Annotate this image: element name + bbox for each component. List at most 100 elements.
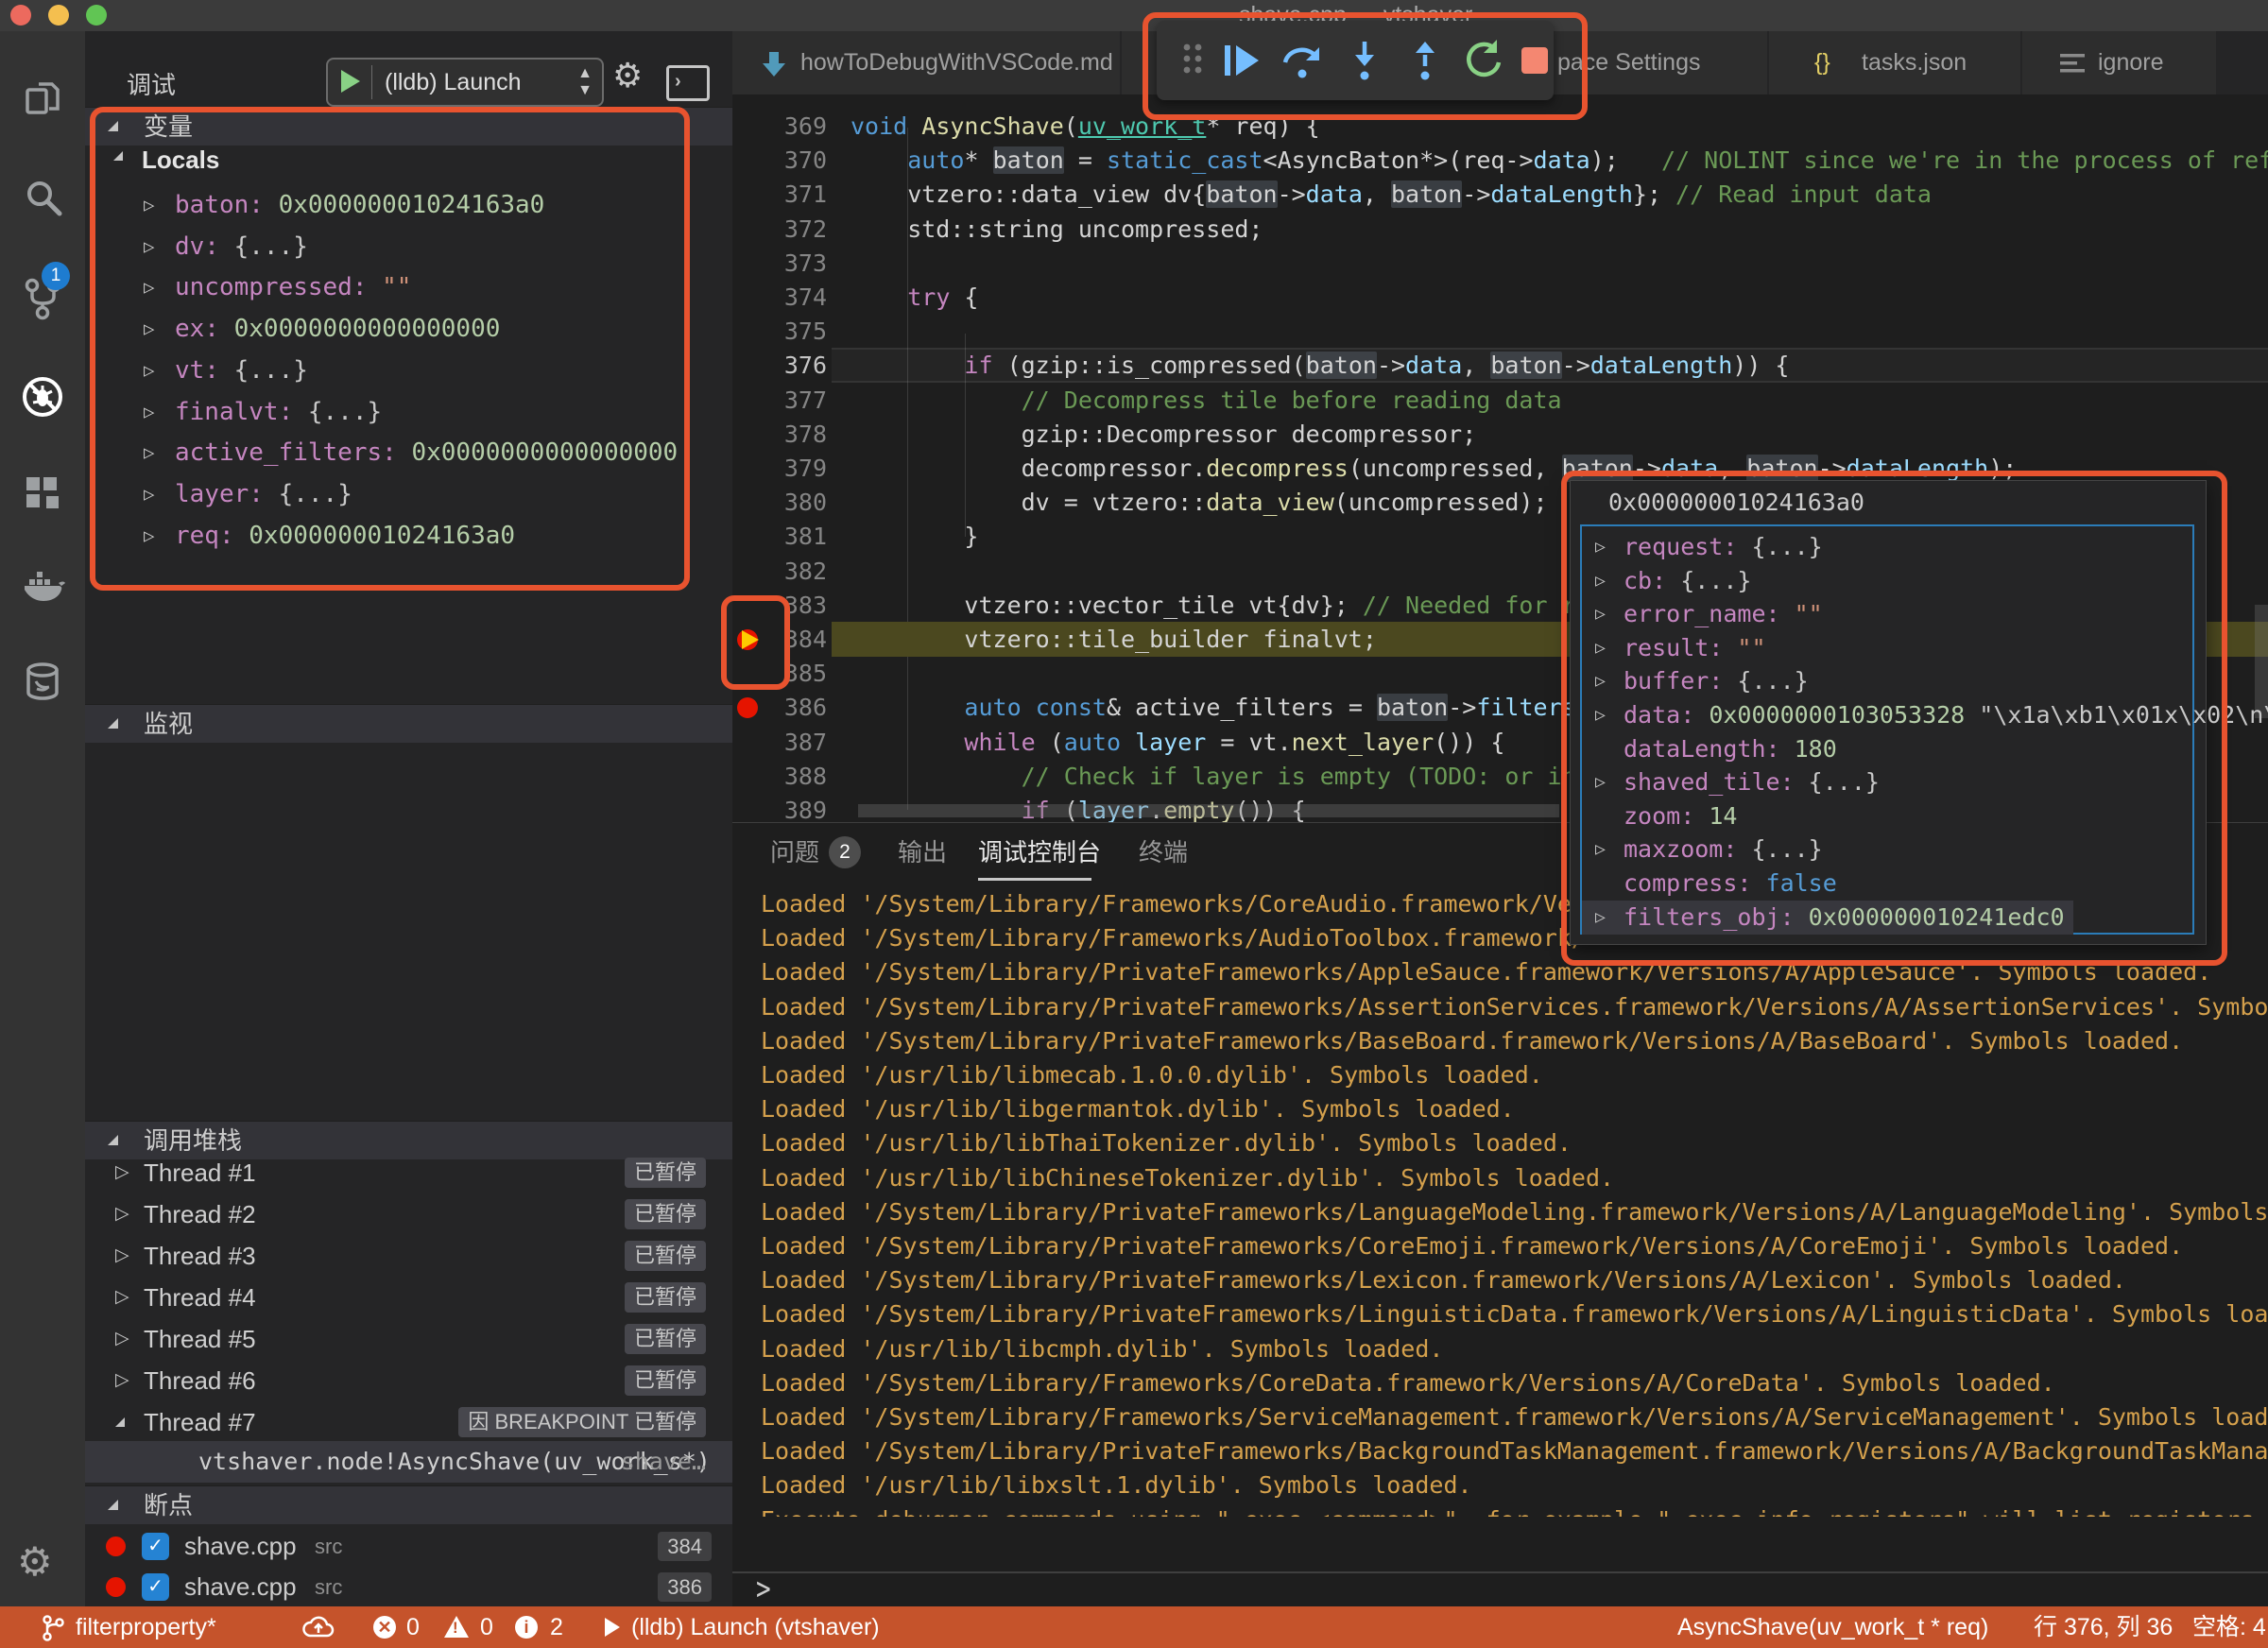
variable-row[interactable]: ▷active_filters: 0x0000000000000000	[85, 432, 732, 473]
chevron-collapsed-icon[interactable]: ▷	[1595, 901, 1606, 935]
launch-status[interactable]: (lldb) Launch (vtshaver)	[631, 1606, 880, 1648]
breakpoint-row[interactable]: ✓shave.cppsrc384	[85, 1526, 732, 1567]
debug-icon[interactable]	[20, 374, 65, 420]
popup-variable-row[interactable]: ▷request: {...}	[1582, 530, 2189, 564]
variable-row[interactable]: ▷layer: {...}	[85, 473, 732, 515]
thread-row[interactable]: ▷Thread #6已暂停	[85, 1360, 732, 1401]
chevron-collapsed-icon[interactable]: ▷	[1595, 698, 1606, 732]
code-line[interactable]: 369void AsyncShave(uv_work_t* req) {	[732, 109, 2268, 144]
panel-tab-output[interactable]: 输出	[898, 823, 947, 882]
chevron-collapsed-icon[interactable]: ▷	[144, 308, 154, 350]
chevron-collapsed-icon[interactable]: ▷	[115, 1152, 129, 1193]
chevron-collapsed-icon[interactable]: ▷	[144, 184, 154, 226]
popup-variable-row[interactable]: ▷filters_obj: 0x000000010241edc0	[1582, 901, 2073, 935]
drag-grip-icon[interactable]	[1170, 38, 1215, 83]
popup-variable-row[interactable]: ▷data: 0x0000000103053328 "\x1a\xb1\x01x…	[1582, 698, 2189, 732]
variable-row[interactable]: ▷baton: 0x00000001024163a0	[85, 184, 732, 226]
step-over-icon[interactable]	[1280, 38, 1325, 83]
popup-variable-row[interactable]: ▷cb: {...}	[1582, 564, 2189, 598]
variable-row[interactable]: ▷req: 0x00000001024163a0	[85, 515, 732, 557]
indent-setting[interactable]: 空格: 4	[2192, 1606, 2266, 1648]
code-line[interactable]: 375	[732, 314, 2268, 349]
tab-howtodebug-md[interactable]: howToDebugWithVSCode.md	[732, 31, 1122, 94]
popup-variable-row[interactable]: compress: false	[1582, 867, 2189, 901]
launch-play-icon[interactable]	[605, 1618, 620, 1637]
code-line[interactable]: 370 auto* baton = static_cast<AsyncBaton…	[732, 143, 2268, 178]
chevron-collapsed-icon[interactable]: ▷	[144, 515, 154, 557]
tab-ignore[interactable]: ignore	[2022, 31, 2218, 94]
stack-frame-row[interactable]: vtshaver.node!AsyncShave(uv_work_s*) sha…	[85, 1441, 732, 1483]
horizontal-scrollbar[interactable]	[858, 804, 1559, 817]
variable-row[interactable]: ▷uncompressed: ""	[85, 266, 732, 308]
minimize-window-icon[interactable]	[48, 5, 69, 26]
search-icon[interactable]	[20, 176, 65, 221]
warnings-icon[interactable]: !	[444, 1616, 469, 1638]
code-line[interactable]: 378 gzip::Decompressor decompressor;	[732, 417, 2268, 452]
code-line[interactable]: 371 vtzero::data_view dv{baton->data, ba…	[732, 177, 2268, 212]
code-line[interactable]: 376 if (gzip::is_compressed(baton->data,…	[732, 348, 2268, 383]
warning-count[interactable]: 0	[480, 1606, 493, 1648]
breakpoint-checkbox[interactable]: ✓	[142, 1533, 169, 1560]
chevron-collapsed-icon[interactable]: ▷	[115, 1277, 129, 1318]
open-console-icon[interactable]: ›	[666, 65, 710, 101]
chevron-collapsed-icon[interactable]: ▷	[144, 391, 154, 433]
settings-gear-icon[interactable]: ⚙	[17, 1538, 53, 1585]
panel-tab-debug-console[interactable]: 调试控制台	[978, 823, 1101, 882]
chevron-collapsed-icon[interactable]: ▷	[144, 226, 154, 267]
popup-variable-row[interactable]: ▷shaved_tile: {...}	[1582, 765, 2189, 799]
cursor-position[interactable]: 行 376, 列 36	[2034, 1606, 2173, 1648]
popup-variable-row[interactable]: zoom: 14	[1582, 799, 2189, 833]
popup-variable-row[interactable]: ▷buffer: {...}	[1582, 664, 2189, 698]
chevron-collapsed-icon[interactable]: ▷	[144, 266, 154, 308]
breakpoint-icon[interactable]	[737, 697, 758, 718]
chevron-expanded-icon[interactable]	[115, 1417, 125, 1427]
launch-config-dropdown[interactable]: (lldb) Launch ▲▼	[326, 58, 604, 107]
breakpoint-checkbox[interactable]: ✓	[142, 1573, 169, 1601]
errors-icon[interactable]: ✕	[373, 1616, 396, 1639]
database-icon[interactable]	[20, 659, 65, 704]
chevron-collapsed-icon[interactable]: ▷	[1595, 765, 1606, 799]
step-into-icon[interactable]	[1342, 38, 1387, 83]
thread-row[interactable]: ▷Thread #4已暂停	[85, 1277, 732, 1318]
code-line[interactable]: 377 // Decompress tile before reading da…	[732, 383, 2268, 418]
maximize-window-icon[interactable]	[86, 5, 107, 26]
chevron-collapsed-icon[interactable]: ▷	[144, 432, 154, 473]
popup-variable-row[interactable]: ▷result: ""	[1582, 631, 2189, 665]
extensions-icon[interactable]	[20, 469, 65, 514]
chevron-collapsed-icon[interactable]: ▷	[1595, 530, 1606, 564]
branch-name[interactable]: filterproperty*	[76, 1606, 216, 1648]
info-count[interactable]: 2	[550, 1606, 563, 1648]
console-prompt[interactable]: >	[756, 1571, 771, 1608]
dropdown-arrows-icon[interactable]: ▲▼	[577, 65, 593, 99]
close-window-icon[interactable]	[10, 5, 31, 26]
chevron-collapsed-icon[interactable]: ▷	[1595, 664, 1606, 698]
popup-variable-row[interactable]: ▷maxzoom: {...}	[1582, 833, 2189, 867]
thread-row[interactable]: ▷Thread #1已暂停	[85, 1152, 732, 1193]
variable-row[interactable]: ▷ex: 0x0000000000000000	[85, 308, 732, 350]
step-out-icon[interactable]	[1402, 38, 1448, 83]
error-count[interactable]: 0	[406, 1606, 420, 1648]
chevron-collapsed-icon[interactable]: ▷	[144, 350, 154, 391]
code-line[interactable]: 373	[732, 246, 2268, 281]
chevron-collapsed-icon[interactable]: ▷	[115, 1193, 129, 1235]
continue-icon[interactable]	[1219, 38, 1264, 83]
variable-row[interactable]: ▷vt: {...}	[85, 350, 732, 391]
chevron-collapsed-icon[interactable]: ▷	[115, 1235, 129, 1277]
chevron-collapsed-icon[interactable]: ▷	[115, 1360, 129, 1401]
tab-tasks-json[interactable]: {} tasks.json	[1769, 31, 2022, 94]
thread-row[interactable]: ▷Thread #5已暂停	[85, 1318, 732, 1360]
thread-row[interactable]: Thread #7因 BREAKPOINT 已暂停	[85, 1401, 732, 1443]
locals-scope-label[interactable]: Locals	[142, 146, 219, 175]
info-icon[interactable]: i	[515, 1616, 538, 1639]
code-line[interactable]: 374 try {	[732, 280, 2268, 315]
popup-variable-row[interactable]: dataLength: 180	[1582, 732, 2189, 766]
variable-row[interactable]: ▷finalvt: {...}	[85, 391, 732, 433]
sync-icon[interactable]	[302, 1615, 335, 1639]
chevron-collapsed-icon[interactable]: ▷	[1595, 564, 1606, 598]
explorer-icon[interactable]	[20, 75, 65, 120]
stop-icon[interactable]	[1512, 38, 1557, 83]
section-variables[interactable]: 变量	[85, 107, 732, 146]
chevron-collapsed-icon[interactable]: ▷	[1595, 833, 1606, 867]
current-symbol[interactable]: AsyncShave(uv_work_t * req)	[1677, 1606, 1988, 1648]
section-breakpoints[interactable]: 断点	[85, 1485, 732, 1524]
